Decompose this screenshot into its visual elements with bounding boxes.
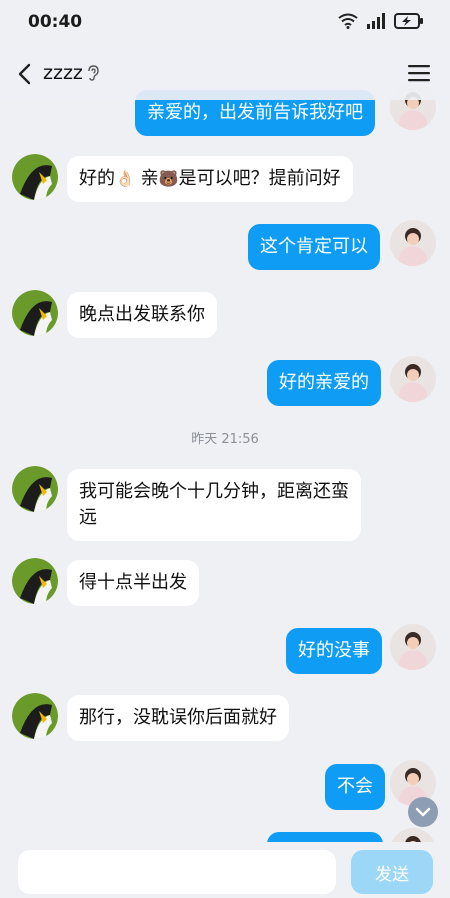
ok-hand-emoji-icon: 👌🏻 — [115, 169, 135, 188]
message-bubble-incoming[interactable]: 得十点半出发 — [67, 560, 199, 606]
message-input[interactable] — [18, 850, 336, 894]
chat-title[interactable]: zzzz — [43, 62, 83, 84]
avatar-contact[interactable] — [12, 154, 58, 200]
message-text-line: 我可能会晚个十几分钟，距离还蛮 — [79, 481, 349, 502]
chat-header: zzzz — [0, 48, 450, 100]
avatar-contact[interactable] — [12, 558, 58, 604]
back-arrow-icon[interactable] — [14, 62, 36, 86]
message-bubble-outgoing[interactable]: 这个肯定可以 — [248, 224, 380, 270]
message-bubble-incoming[interactable]: 那行，没耽误你后面就好 — [67, 695, 289, 741]
chevron-down-icon — [415, 807, 431, 817]
send-button[interactable]: 发送 — [351, 850, 433, 894]
scroll-to-bottom-button[interactable] — [408, 797, 438, 827]
menu-icon[interactable] — [408, 64, 430, 82]
status-icons — [338, 13, 424, 29]
status-bar: 00:40 — [0, 0, 450, 48]
message-text: 亲 — [134, 168, 159, 189]
avatar-self[interactable] — [390, 220, 436, 266]
message-bubble-outgoing[interactable]: 不会 — [325, 764, 385, 810]
message-bubble-outgoing[interactable]: 好的没事 — [286, 628, 382, 674]
input-bar: 发送 — [0, 842, 450, 898]
message-text: 是可以吧？提前问好 — [178, 168, 341, 189]
message-bubble-incoming[interactable]: 我可能会晚个十几分钟，距离还蛮 远 — [67, 469, 361, 541]
timestamp-divider: 昨天 21:56 — [191, 432, 259, 447]
message-text: 好的 — [79, 168, 115, 189]
message-bubble-incoming[interactable]: 晚点出发联系你 — [67, 292, 217, 338]
avatar-contact[interactable] — [12, 290, 58, 336]
battery-charging-icon — [394, 13, 423, 29]
signal-icon — [367, 13, 385, 29]
message-bubble-incoming[interactable]: 好的👌🏻 亲🐻是可以吧？提前问好 — [67, 156, 353, 202]
ear-icon — [88, 65, 99, 81]
avatar-self[interactable] — [390, 356, 436, 402]
chat-area[interactable]: 亲爱的，出发前告诉我好吧 好的👌🏻 亲🐻是可以吧？提前问好 这个肯定可以 晚点出… — [0, 0, 450, 898]
avatar-self[interactable] — [390, 624, 436, 670]
avatar-contact[interactable] — [12, 693, 58, 739]
message-bubble-outgoing[interactable]: 好的亲爱的 — [267, 360, 381, 406]
status-time: 00:40 — [28, 12, 83, 32]
wifi-icon — [338, 13, 358, 29]
avatar-contact[interactable] — [12, 466, 58, 512]
bear-emoji-icon: 🐻 — [158, 169, 179, 188]
message-text-line: 远 — [79, 507, 97, 528]
